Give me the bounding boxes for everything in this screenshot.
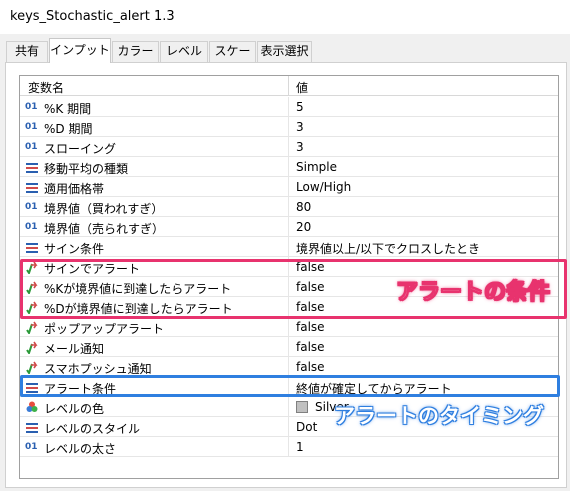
variable-value[interactable]: 境界値以上/以下でクロスしたとき (296, 240, 480, 257)
table-row[interactable]: 01 %D 期間 3 (20, 117, 558, 137)
color-icon (25, 400, 39, 414)
header-variable: 変数名 (28, 81, 65, 95)
column-divider (288, 317, 289, 337)
alert-timing-callout: アラートのタイミング (334, 404, 544, 428)
variable-name: 適用価格帯 (44, 182, 105, 196)
tab-bar: 共有 インプット カラー レベル スケール 表示選択 (0, 38, 570, 77)
variable-value[interactable]: 20 (296, 220, 311, 234)
table-row[interactable]: サイン条件 境界値以上/以下でクロスしたとき (20, 237, 558, 257)
bool-icon (25, 360, 39, 374)
variable-value[interactable]: false (296, 320, 325, 334)
table-row[interactable]: 01 境界値（買われすぎ） 80 (20, 197, 558, 217)
enum-icon (25, 240, 39, 254)
table-row[interactable]: スマホプッシュ通知 false (20, 357, 558, 377)
variable-value[interactable]: 80 (296, 200, 311, 214)
column-divider (288, 437, 289, 457)
color-swatch[interactable] (296, 401, 308, 413)
tab-scale[interactable]: スケール (209, 41, 256, 77)
alert-conditions-callout: アラートの条件 (395, 280, 551, 306)
variable-name: 移動平均の種類 (44, 162, 129, 176)
variable-value[interactable]: false (296, 360, 325, 374)
enum-icon (25, 160, 39, 174)
int-icon: 01 (25, 122, 38, 132)
tab-common[interactable]: 共有 (6, 41, 48, 62)
column-divider (288, 197, 289, 217)
column-divider (288, 97, 289, 117)
variable-name: スローイング (44, 142, 117, 156)
bool-icon (25, 320, 39, 334)
variable-value[interactable]: Low/High (296, 180, 351, 194)
tab-levels[interactable]: レベル (160, 41, 208, 62)
alert-timing-highlight (20, 375, 560, 397)
enum-icon (25, 420, 39, 434)
int-icon: 01 (25, 102, 38, 112)
column-divider (288, 237, 289, 257)
column-divider (288, 337, 289, 357)
column-divider (288, 417, 289, 437)
int-icon: 01 (25, 142, 38, 152)
variable-name: 境界値（売られすぎ） (44, 222, 165, 236)
header-value: 値 (296, 81, 309, 95)
variable-name: レベルの色 (44, 402, 105, 416)
table-header: 変数名 値 (20, 76, 558, 96)
table-row[interactable]: 01 スローイング 3 (20, 137, 558, 157)
variable-name: レベルのスタイル (44, 422, 141, 436)
variable-name: 境界値（買われすぎ） (44, 202, 164, 216)
column-divider (288, 177, 289, 197)
variable-value[interactable]: 3 (296, 140, 304, 154)
column-divider (288, 137, 289, 157)
tab-inputs[interactable]: インプット (49, 38, 111, 63)
table-row[interactable]: 01 レベルの太さ 1 (20, 437, 558, 457)
tab-visualization[interactable]: 表示選択 (257, 41, 312, 62)
column-divider (288, 117, 289, 137)
variable-value[interactable]: 3 (296, 120, 304, 134)
int-icon: 01 (25, 202, 38, 212)
column-divider (288, 357, 289, 377)
variable-name: %K 期間 (44, 102, 92, 116)
table-row[interactable]: 移動平均の種類 Simple (20, 157, 558, 177)
column-divider (288, 157, 289, 177)
variable-name: %D 期間 (44, 122, 93, 136)
variable-value[interactable]: Simple (296, 160, 337, 174)
tab-colors[interactable]: カラー (112, 41, 159, 62)
variable-value[interactable]: 5 (296, 100, 304, 114)
variable-name: レベルの太さ (44, 442, 117, 456)
variable-value[interactable]: 1 (296, 440, 304, 454)
int-icon: 01 (25, 442, 38, 452)
title-bar: keys_Stochastic_alert 1.3 (0, 0, 570, 34)
table-row[interactable]: ポップアップアラート false (20, 317, 558, 337)
int-icon: 01 (25, 222, 38, 232)
enum-icon (25, 180, 39, 194)
variable-name: サイン条件 (44, 242, 105, 256)
table-row[interactable]: 01 境界値（売られすぎ） 20 (20, 217, 558, 237)
table-row[interactable]: 適用価格帯 Low/High (20, 177, 558, 197)
variable-name: メール通知 (44, 342, 105, 356)
variable-name: ポップアップアラート (44, 322, 165, 336)
table-row[interactable]: 01 %K 期間 5 (20, 97, 558, 117)
column-divider (288, 217, 289, 237)
bool-icon (25, 340, 39, 354)
column-divider (288, 397, 289, 417)
variable-value[interactable]: Dot (296, 420, 317, 434)
header-divider (288, 76, 289, 96)
table-row[interactable]: メール通知 false (20, 337, 558, 357)
variable-value[interactable]: false (296, 340, 325, 354)
window-title: keys_Stochastic_alert 1.3 (10, 9, 175, 24)
